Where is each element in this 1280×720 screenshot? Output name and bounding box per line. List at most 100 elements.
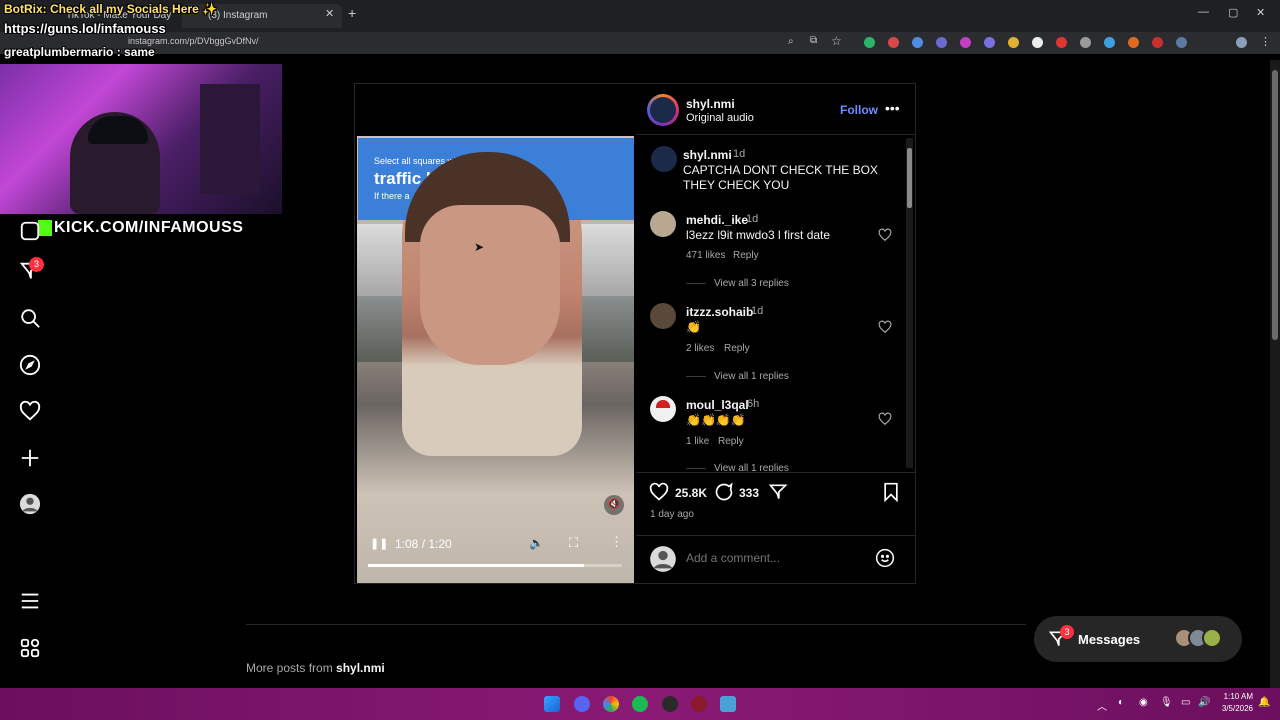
- profile-avatar-icon[interactable]: [19, 493, 41, 515]
- add-comment-input[interactable]: [686, 549, 866, 567]
- clock-time[interactable]: 1:10 AM: [1217, 692, 1253, 701]
- comment-text: 👏: [686, 320, 701, 334]
- comment-avatar[interactable]: [650, 303, 676, 329]
- extension-icon[interactable]: [960, 37, 971, 48]
- comment-like-heart-icon[interactable]: [878, 228, 892, 242]
- close-window-icon[interactable]: ✕: [1256, 6, 1265, 19]
- extension-icon[interactable]: [864, 37, 875, 48]
- caption-username[interactable]: shyl.nmi: [683, 148, 732, 162]
- spotify-icon[interactable]: [632, 696, 648, 712]
- profile-avatar[interactable]: [1236, 37, 1247, 48]
- comment-avatar[interactable]: [650, 211, 676, 237]
- botrix-message: BotRix: Check all my Socials Here ✨: [4, 2, 218, 16]
- close-tab-icon[interactable]: ✕: [325, 7, 334, 20]
- actions-divider: [636, 472, 915, 473]
- reels-icon[interactable]: [19, 220, 41, 242]
- notification-bell-icon[interactable]: 🔔: [1258, 697, 1270, 708]
- comment-bubble-icon[interactable]: [714, 482, 734, 502]
- save-bookmark-icon[interactable]: [882, 482, 900, 502]
- microphone-icon[interactable]: 🎙: [1160, 697, 1173, 708]
- extension-icon[interactable]: [1152, 37, 1163, 48]
- share-icon[interactable]: [768, 482, 788, 502]
- comment-reply-button[interactable]: Reply: [718, 436, 744, 447]
- comment-like-heart-icon[interactable]: [878, 320, 892, 334]
- author-avatar: [650, 97, 676, 123]
- extension-icon[interactable]: [1032, 37, 1043, 48]
- search-icon[interactable]: [19, 307, 41, 329]
- comment-username[interactable]: moul_l3qal: [686, 398, 749, 412]
- like-heart-icon[interactable]: [649, 482, 669, 502]
- pause-icon[interactable]: ❚❚: [370, 537, 388, 550]
- comment-likes[interactable]: 471 likes: [686, 250, 725, 261]
- notifications-icon[interactable]: 3: [19, 257, 44, 282]
- avatar-cap: [656, 400, 670, 408]
- follow-button[interactable]: Follow: [840, 103, 878, 117]
- comment-reply-button[interactable]: Reply: [733, 250, 759, 261]
- discord-icon[interactable]: [574, 696, 590, 712]
- maximize-icon[interactable]: ▢: [1228, 6, 1238, 19]
- extension-icon[interactable]: [984, 37, 995, 48]
- obs-icon[interactable]: [662, 696, 678, 712]
- video-options-icon[interactable]: ⋮: [610, 534, 623, 550]
- heart-icon[interactable]: [19, 400, 41, 422]
- post-options-icon[interactable]: •••: [885, 100, 900, 116]
- page-scroll-thumb[interactable]: [1272, 70, 1278, 340]
- chrome-icon[interactable]: [603, 696, 619, 712]
- comment-likes[interactable]: 2 likes: [686, 343, 714, 354]
- comment-username[interactable]: itzzz.sohaib: [686, 305, 753, 319]
- comment-like-heart-icon[interactable]: [878, 412, 892, 426]
- minimize-icon[interactable]: —: [1198, 6, 1209, 18]
- extension-icon[interactable]: [1128, 37, 1139, 48]
- windows-start-icon[interactable]: [544, 696, 560, 712]
- install-app-icon[interactable]: ⧉: [810, 35, 817, 46]
- messages-button[interactable]: 3 Messages: [1034, 616, 1242, 662]
- author-username[interactable]: shyl.nmi: [686, 97, 735, 111]
- speaker-icon[interactable]: 🔊: [1198, 697, 1210, 708]
- video-progress-track[interactable]: [368, 564, 622, 567]
- zoom-icon[interactable]: ⌕: [788, 36, 794, 47]
- comment-username[interactable]: mehdi._ike: [686, 213, 748, 227]
- extension-icon[interactable]: [1008, 37, 1019, 48]
- view-replies-button[interactable]: View all 3 replies: [714, 278, 789, 289]
- audio-label[interactable]: Original audio: [686, 112, 754, 124]
- comment-likes[interactable]: 1 like: [686, 436, 709, 447]
- apps-grid-icon[interactable]: [19, 637, 41, 659]
- comments-scrollbar[interactable]: [906, 138, 913, 468]
- extension-icon[interactable]: [888, 37, 899, 48]
- extension-icon[interactable]: [1104, 37, 1115, 48]
- extension-icon[interactable]: [936, 37, 947, 48]
- mute-toggle-icon[interactable]: 🔇: [604, 495, 624, 515]
- more-posts-username[interactable]: shyl.nmi: [336, 661, 385, 675]
- comment-reply-button[interactable]: Reply: [724, 343, 750, 354]
- view-replies-button[interactable]: View all 1 replies: [714, 371, 789, 382]
- fullscreen-icon[interactable]: ⛶: [569, 535, 578, 551]
- tray-discord-icon[interactable]: ◉: [1139, 697, 1148, 708]
- emoji-icon[interactable]: [875, 548, 895, 568]
- extension-icon[interactable]: [1056, 37, 1067, 48]
- app-icon[interactable]: [691, 696, 707, 712]
- tray-app-icon[interactable]: ◐: [1118, 697, 1124, 708]
- comment-text: 👏👏👏👏: [686, 413, 746, 427]
- comment-avatar[interactable]: [650, 396, 676, 422]
- browser-menu-icon[interactable]: ⋮: [1260, 35, 1271, 48]
- extensions-puzzle-icon[interactable]: [1176, 37, 1187, 48]
- explore-compass-icon[interactable]: [19, 354, 41, 376]
- more-menu-icon[interactable]: [19, 590, 41, 612]
- caption-avatar[interactable]: [651, 146, 677, 172]
- network-icon[interactable]: ▭: [1181, 697, 1190, 708]
- tray-chevron-icon[interactable]: ︿: [1097, 698, 1107, 713]
- view-replies-button[interactable]: View all 1 replies: [714, 463, 789, 471]
- bookmark-star-icon[interactable]: ☆: [831, 34, 842, 48]
- page-scrollbar[interactable]: [1270, 60, 1280, 688]
- extension-icon[interactable]: [1080, 37, 1091, 48]
- socials-url: https://guns.lol/infamouss: [4, 21, 166, 36]
- new-tab-icon[interactable]: +: [348, 5, 356, 21]
- app-icon[interactable]: [720, 696, 736, 712]
- extension-icon[interactable]: [912, 37, 923, 48]
- create-plus-icon[interactable]: [19, 447, 41, 469]
- author-avatar-ring[interactable]: [647, 94, 679, 126]
- like-count[interactable]: 25.8K: [675, 486, 707, 500]
- clock-date[interactable]: 3/5/2026: [1213, 704, 1253, 713]
- comments-scroll-thumb[interactable]: [907, 148, 912, 208]
- volume-icon[interactable]: 🔈: [529, 536, 544, 550]
